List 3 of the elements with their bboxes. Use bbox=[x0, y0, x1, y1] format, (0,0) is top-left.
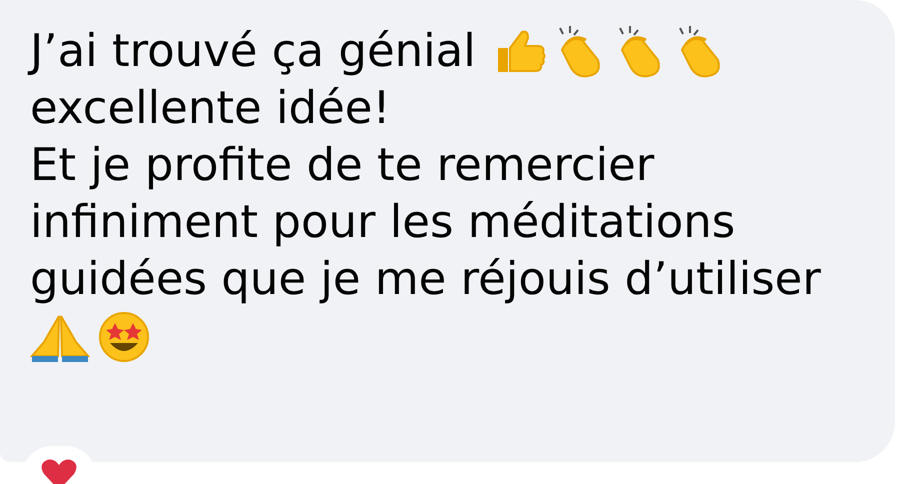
message-text: excellente idée! bbox=[30, 80, 392, 136]
message-text: Et je profite de te remercier infiniment pour les méditations guidées que je me réjouis d’utiliser bbox=[30, 137, 822, 307]
message-text: J’ai trouvé ça génial bbox=[30, 22, 476, 79]
